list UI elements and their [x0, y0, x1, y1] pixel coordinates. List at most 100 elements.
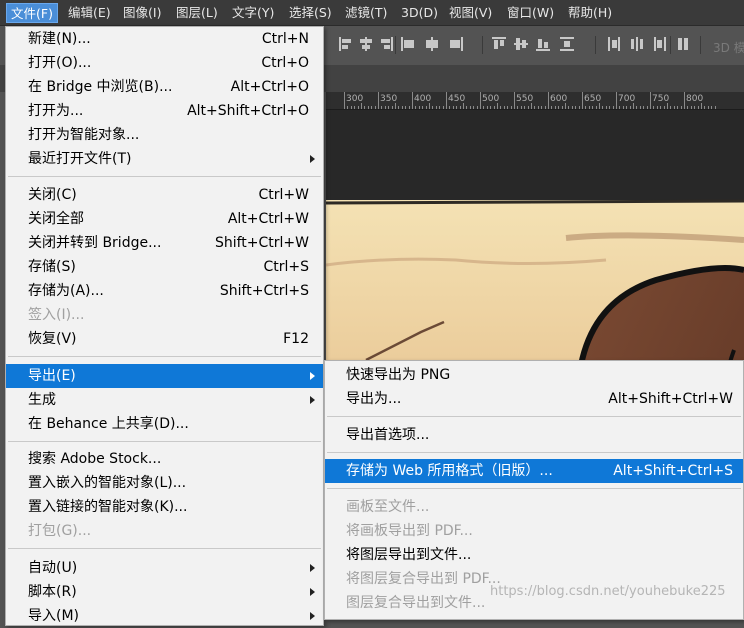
ruler-minor-tick — [670, 106, 672, 109]
align-right-edges-icon[interactable] — [379, 36, 393, 52]
auto-align-layers-icon[interactable] — [677, 36, 691, 52]
menu-item-quick-export-png[interactable]: 快速导出为 PNG — [325, 363, 743, 387]
menu-item-shortcut: Ctrl+S — [263, 259, 309, 275]
menu-item-label: 存储为 Web 所用格式（旧版）... — [346, 463, 553, 479]
menu-item-save[interactable]: 存储(S) Ctrl+S — [6, 255, 323, 279]
distribute-horizontal-left-icon[interactable] — [607, 36, 621, 52]
menu-item-label: 导出(E) — [28, 368, 76, 384]
menu-window[interactable]: 窗口(W) — [503, 3, 558, 23]
ruler-minor-tick — [493, 106, 495, 109]
align-left-edges-icon[interactable] — [339, 36, 353, 52]
menu-item-import[interactable]: 导入(M) — [6, 604, 323, 628]
submenu-arrow-icon — [310, 396, 315, 404]
ruler-minor-tick — [585, 106, 587, 109]
ruler-minor-tick — [374, 106, 376, 109]
menu-help[interactable]: 帮助(H) — [564, 3, 616, 23]
menu-type[interactable]: 文字(Y) — [228, 3, 278, 23]
ruler-minor-tick — [554, 106, 556, 109]
menu-item-new[interactable]: 新建(N)... Ctrl+N — [6, 27, 323, 51]
distribute-left-icon[interactable] — [401, 36, 415, 52]
distribute-vertical-center-icon[interactable] — [514, 36, 528, 52]
menu-item-save-for-web-legacy[interactable]: 存储为 Web 所用格式（旧版）... Alt+Shift+Ctrl+S — [325, 459, 743, 483]
menu-item-place-embedded[interactable]: 置入嵌入的智能对象(L)... — [6, 471, 323, 495]
menu-item-label: 新建(N)... — [28, 31, 91, 47]
menu-separator — [327, 416, 741, 417]
menu-bar: 文件(F) 编辑(E) 图像(I) 图层(L) 文字(Y) 选择(S) 滤镜(T… — [0, 0, 744, 26]
menu-item-open-as-smart-object[interactable]: 打开为智能对象... — [6, 123, 323, 147]
menu-item-label: 将图层导出到文件... — [346, 547, 472, 563]
submenu-arrow-icon — [310, 155, 315, 163]
ruler-minor-tick — [575, 106, 577, 109]
ruler-minor-tick — [520, 106, 522, 109]
menu-item-export[interactable]: 导出(E) — [6, 364, 323, 388]
align-horizontal-centers-icon[interactable] — [359, 36, 373, 52]
watermark: https://blog.csdn.net/youhebuke225 — [490, 584, 726, 599]
menu-select[interactable]: 选择(S) — [285, 3, 336, 23]
menu-item-shortcut: Alt+Shift+Ctrl+S — [613, 463, 733, 479]
ruler-minor-tick — [459, 106, 461, 109]
menu-item-search-adobe-stock[interactable]: 搜索 Adobe Stock... — [6, 447, 323, 471]
menu-item-save-as[interactable]: 存储为(A)... Shift+Ctrl+S — [6, 279, 323, 303]
menu-item-close-and-go-to-bridge[interactable]: 关闭并转到 Bridge... Shift+Ctrl+W — [6, 231, 323, 255]
menu-item-open-recent[interactable]: 最近打开文件(T) — [6, 147, 323, 171]
ruler-minor-tick — [711, 106, 713, 109]
menu-item-close[interactable]: 关闭(C) Ctrl+W — [6, 183, 323, 207]
menu-item-automate[interactable]: 自动(U) — [6, 556, 323, 580]
toolbar-separator — [482, 36, 483, 54]
ruler-major-tick — [548, 92, 549, 109]
ruler-minor-tick — [667, 103, 668, 109]
ruler-minor-tick — [463, 103, 464, 109]
distribute-horizontal-center-icon[interactable] — [630, 36, 644, 52]
distribute-right-icon[interactable] — [449, 36, 463, 52]
menu-item-open[interactable]: 打开(O)... Ctrl+O — [6, 51, 323, 75]
ruler-minor-tick — [537, 106, 539, 109]
menu-item-export-preferences[interactable]: 导出首选项... — [325, 423, 743, 447]
ruler-minor-tick — [677, 106, 679, 109]
menu-item-revert[interactable]: 恢复(V) F12 — [6, 327, 323, 351]
menu-image[interactable]: 图像(I) — [119, 3, 165, 23]
menu-item-shortcut: Shift+Ctrl+S — [219, 283, 309, 299]
ruler-minor-tick — [517, 106, 519, 109]
menu-item-label: 签入(I)... — [28, 307, 85, 323]
menu-3d[interactable]: 3D(D) — [397, 3, 442, 23]
distribute-spacing-icon[interactable] — [560, 36, 574, 52]
distribute-bottom-icon[interactable] — [536, 36, 550, 52]
ruler-minor-tick — [541, 106, 543, 109]
export-submenu: 快速导出为 PNG 导出为... Alt+Shift+Ctrl+W 导出首选项..… — [324, 360, 744, 620]
menu-filter[interactable]: 滤镜(T) — [341, 3, 391, 23]
ruler-minor-tick — [568, 106, 570, 109]
ruler-minor-tick — [364, 106, 366, 109]
menu-item-shortcut: Shift+Ctrl+W — [214, 235, 309, 251]
menu-item-label: 在 Behance 上共享(D)... — [28, 416, 189, 432]
ruler-minor-tick — [592, 106, 594, 109]
ruler-minor-tick — [401, 106, 403, 109]
menu-item-label: 生成 — [28, 392, 56, 408]
menu-edit[interactable]: 编辑(E) — [64, 3, 115, 23]
ruler-minor-tick — [415, 106, 417, 109]
menu-item-open-as[interactable]: 打开为... Alt+Shift+Ctrl+O — [6, 99, 323, 123]
menu-item-export-as[interactable]: 导出为... Alt+Shift+Ctrl+W — [325, 387, 743, 411]
horizontal-ruler[interactable]: 300 350 400 450 500 550 600 650 700 750 800 — [326, 92, 744, 110]
distribute-horizontal-right-icon[interactable] — [653, 36, 667, 52]
menu-item-layers-to-files[interactable]: 将图层导出到文件... — [325, 543, 743, 567]
ruler-minor-tick — [357, 106, 359, 109]
ruler-minor-tick — [694, 106, 696, 109]
ruler-minor-tick — [544, 106, 546, 109]
menu-view[interactable]: 视图(V) — [445, 3, 496, 23]
menu-item-artboards-to-files: 画板至文件... — [325, 495, 743, 519]
menu-layer[interactable]: 图层(L) — [172, 3, 222, 23]
ruler-minor-tick — [367, 106, 369, 109]
distribute-center-icon[interactable] — [425, 36, 439, 52]
toolbar-separator — [395, 36, 396, 54]
ruler-minor-tick — [432, 106, 434, 109]
menu-item-place-linked[interactable]: 置入链接的智能对象(K)... — [6, 495, 323, 519]
menu-item-share-on-behance[interactable]: 在 Behance 上共享(D)... — [6, 412, 323, 436]
menu-item-generate[interactable]: 生成 — [6, 388, 323, 412]
menu-item-scripts[interactable]: 脚本(R) — [6, 580, 323, 604]
menu-file[interactable]: 文件(F) — [6, 3, 58, 23]
menu-item-browse-in-bridge[interactable]: 在 Bridge 中浏览(B)... Alt+Ctrl+O — [6, 75, 323, 99]
ruler-minor-tick — [602, 106, 604, 109]
ruler-minor-tick — [653, 106, 655, 109]
menu-item-close-all[interactable]: 关闭全部 Alt+Ctrl+W — [6, 207, 323, 231]
distribute-top-icon[interactable] — [492, 36, 506, 52]
